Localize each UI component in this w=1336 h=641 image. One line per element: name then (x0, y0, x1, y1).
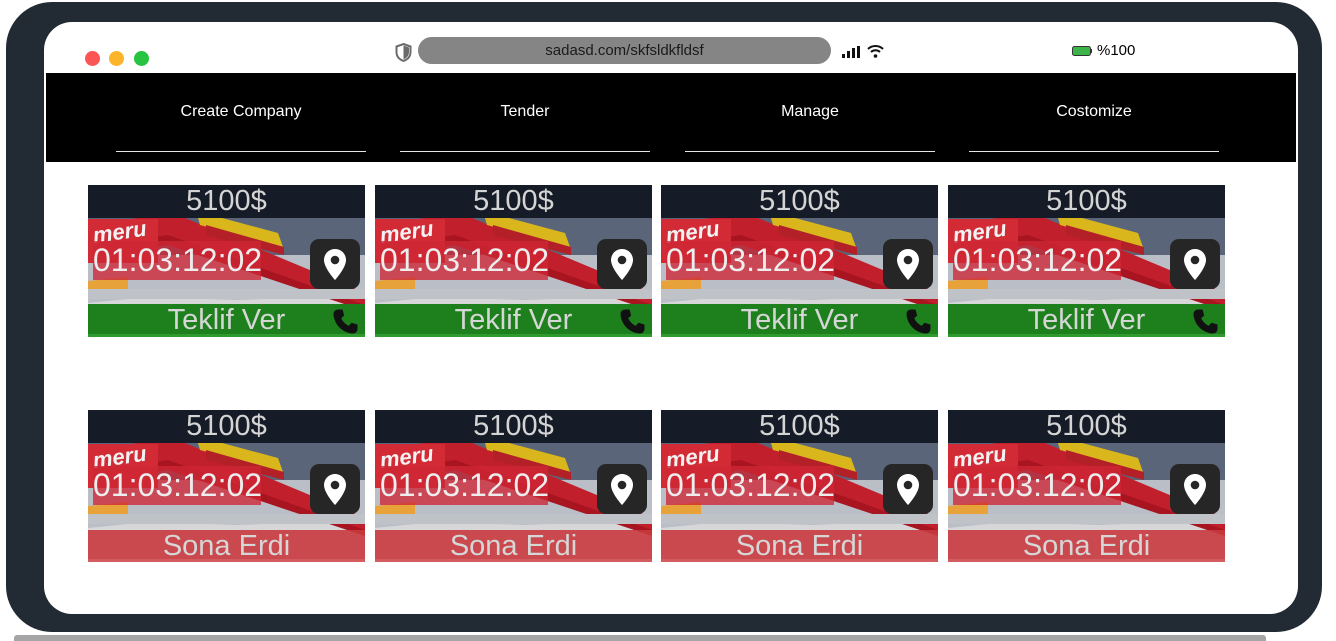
battery-icon (1072, 46, 1092, 56)
countdown-timer: 01:03:12:02 (380, 466, 550, 505)
tender-card[interactable]: meru 5100$ 01:03:12:02 Sona Erdi (375, 410, 652, 562)
price-label: 5100$ (661, 410, 938, 443)
countdown-timer: 01:03:12:02 (93, 241, 263, 280)
location-pin-icon (611, 249, 633, 280)
ended-status: Sona Erdi (375, 530, 652, 562)
url-bar[interactable]: sadasd.com/skfsldkfldsf (418, 37, 831, 64)
shield-icon (395, 43, 412, 62)
tab-create-company[interactable]: Create Company (116, 73, 366, 152)
price-label: 5100$ (88, 410, 365, 443)
tab-manage[interactable]: Manage (685, 73, 935, 152)
location-pin-icon (1184, 474, 1206, 505)
battery-label: %100 (1097, 42, 1136, 59)
location-button[interactable] (310, 464, 360, 514)
price-label: 5100$ (375, 185, 652, 218)
offer-button[interactable]: Teklif Ver (375, 304, 652, 337)
countdown-timer: 01:03:12:02 (666, 466, 836, 505)
offer-button[interactable]: Teklif Ver (88, 304, 365, 337)
nav-bar: Create Company Tender Manage Costomize (46, 73, 1296, 162)
action-label: Teklif Ver (454, 304, 573, 336)
tender-card[interactable]: meru 5100$ 01:03:12:02 Teklif Ver (375, 185, 652, 337)
tender-card[interactable]: meru 5100$ 01:03:12:02 Sona Erdi (88, 410, 365, 562)
location-button[interactable] (1170, 239, 1220, 289)
location-button[interactable] (597, 239, 647, 289)
countdown-timer: 01:03:12:02 (93, 466, 263, 505)
device-screen: sadasd.com/skfsldkfldsf %100 Create Comp… (44, 22, 1298, 614)
countdown-timer: 01:03:12:02 (380, 241, 550, 280)
action-label: Teklif Ver (740, 304, 859, 336)
ended-status: Sona Erdi (948, 530, 1225, 562)
phone-icon[interactable] (332, 308, 359, 335)
tab-tender[interactable]: Tender (400, 73, 650, 152)
tender-card[interactable]: meru 5100$ 01:03:12:02 Teklif Ver (88, 185, 365, 337)
countdown-timer: 01:03:12:02 (666, 241, 836, 280)
tender-card[interactable]: meru 5100$ 01:03:12:02 Sona Erdi (661, 410, 938, 562)
phone-icon[interactable] (619, 308, 646, 335)
tender-card[interactable]: meru 5100$ 01:03:12:02 Sona Erdi (948, 410, 1225, 562)
price-label: 5100$ (948, 410, 1225, 443)
price-label: 5100$ (88, 185, 365, 218)
tender-card[interactable]: meru 5100$ 01:03:12:02 Teklif Ver (661, 185, 938, 337)
location-button[interactable] (597, 464, 647, 514)
price-label: 5100$ (661, 185, 938, 218)
device-frame: sadasd.com/skfsldkfldsf %100 Create Comp… (6, 2, 1322, 632)
ended-status: Sona Erdi (661, 530, 938, 562)
action-label: Sona Erdi (735, 530, 864, 562)
location-pin-icon (1184, 249, 1206, 280)
phone-icon[interactable] (905, 308, 932, 335)
minimize-window-button[interactable] (109, 51, 124, 66)
phone-icon[interactable] (1192, 308, 1219, 335)
location-button[interactable] (1170, 464, 1220, 514)
countdown-timer: 01:03:12:02 (953, 241, 1123, 280)
location-button[interactable] (883, 464, 933, 514)
home-indicator (14, 635, 1266, 641)
price-label: 5100$ (375, 410, 652, 443)
signal-icon (842, 46, 860, 58)
ended-status: Sona Erdi (88, 530, 365, 562)
action-label: Teklif Ver (167, 304, 286, 336)
location-pin-icon (324, 474, 346, 505)
action-label: Sona Erdi (162, 530, 291, 562)
wifi-icon (867, 45, 884, 58)
location-pin-icon (324, 249, 346, 280)
location-pin-icon (611, 474, 633, 505)
countdown-timer: 01:03:12:02 (953, 466, 1123, 505)
price-label: 5100$ (948, 185, 1225, 218)
action-label: Teklif Ver (1027, 304, 1146, 336)
tender-card[interactable]: meru 5100$ 01:03:12:02 Teklif Ver (948, 185, 1225, 337)
location-pin-icon (897, 249, 919, 280)
location-button[interactable] (310, 239, 360, 289)
maximize-window-button[interactable] (134, 51, 149, 66)
offer-button[interactable]: Teklif Ver (948, 304, 1225, 337)
location-pin-icon (897, 474, 919, 505)
offer-button[interactable]: Teklif Ver (661, 304, 938, 337)
action-label: Sona Erdi (1022, 530, 1151, 562)
location-button[interactable] (883, 239, 933, 289)
tab-costomize[interactable]: Costomize (969, 73, 1219, 152)
close-window-button[interactable] (85, 51, 100, 66)
action-label: Sona Erdi (449, 530, 578, 562)
